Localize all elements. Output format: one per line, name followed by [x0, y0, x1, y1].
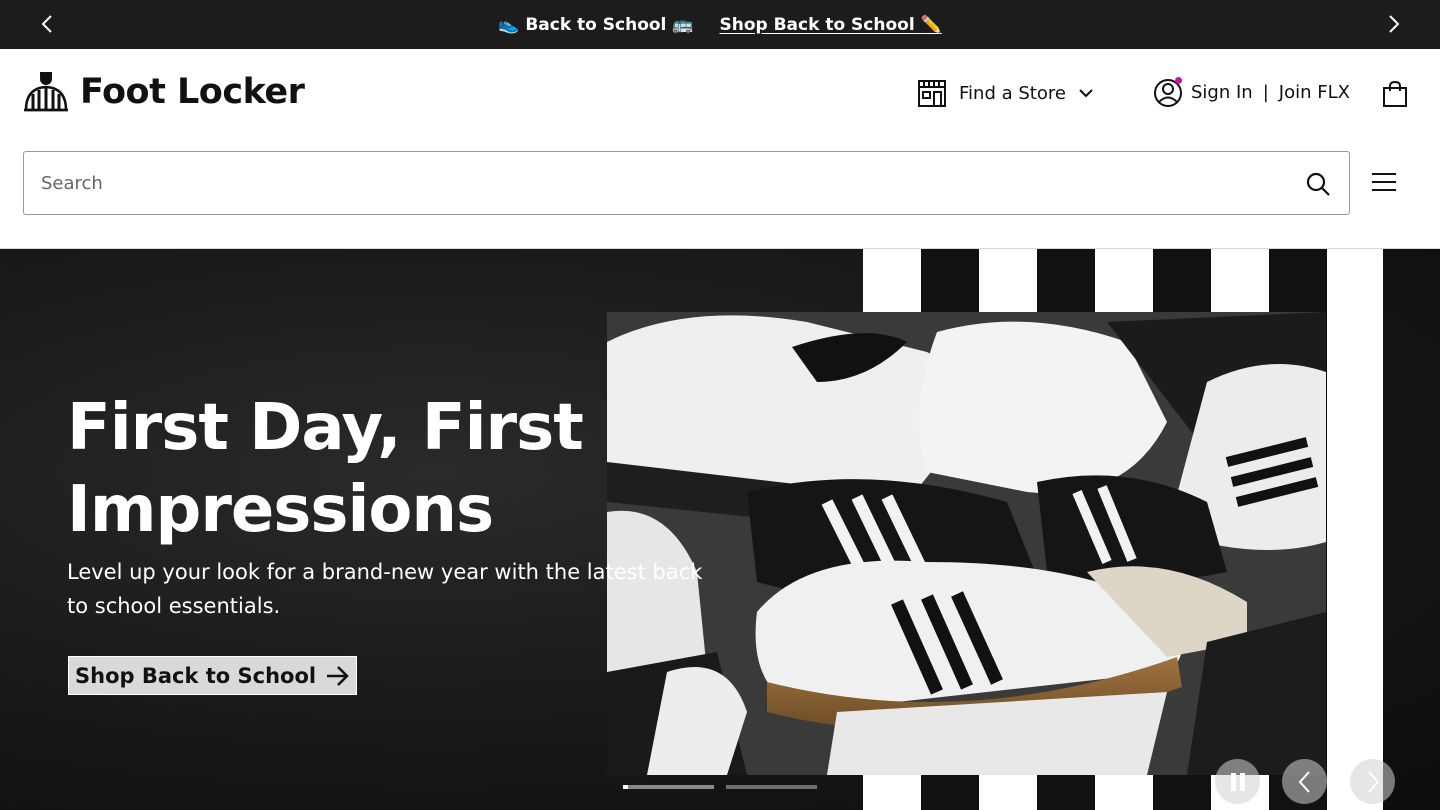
join-flx-link[interactable]: Join FLX [1279, 82, 1350, 103]
menu-icon[interactable] [1371, 171, 1397, 193]
hero-subtitle: Level up your look for a brand-new year … [67, 560, 703, 618]
slide-indicators [623, 785, 817, 789]
account-links: Sign In | Join FLX [1153, 76, 1350, 108]
chevron-right-icon[interactable] [1381, 12, 1405, 36]
logo-wordmark: Foot Locker [80, 72, 305, 112]
promo-message: 👟 Back to School 🚌 Shop Back to School ✏… [0, 0, 1440, 49]
find-store-button[interactable]: Find a Store [917, 78, 1094, 108]
chevron-left-icon [1298, 770, 1310, 793]
slide-indicator-2[interactable] [726, 785, 817, 789]
hero-prev-button[interactable] [1282, 759, 1327, 804]
promo-text-group: 👟 Back to School 🚌 [498, 15, 693, 35]
bag-icon[interactable] [1382, 80, 1408, 108]
hero-banner: First Day, First Impressions Level up yo… [0, 249, 1440, 810]
notification-dot [1175, 77, 1182, 84]
search-bar [23, 151, 1350, 215]
hero-title: First Day, First Impressions [67, 391, 584, 547]
slide-indicator-1[interactable] [623, 785, 714, 789]
pencil-emoji: ✏️ [920, 14, 942, 35]
hero-next-button[interactable] [1350, 759, 1395, 804]
arrow-right-icon [327, 665, 349, 686]
promo-link[interactable]: Shop Back to School ✏️ [719, 15, 941, 35]
bus-emoji: 🚌 [672, 14, 694, 35]
promo-text: Back to School [525, 14, 667, 35]
sign-in-link[interactable]: Sign In [1191, 82, 1253, 103]
promo-bar: 👟 Back to School 🚌 Shop Back to School ✏… [0, 0, 1440, 49]
chevron-right-icon [1367, 770, 1379, 793]
hero-image [607, 312, 1326, 775]
pause-icon [1230, 772, 1245, 791]
find-store-label: Find a Store [959, 82, 1066, 104]
promo-link-text: Shop Back to School [719, 14, 915, 35]
search-icon[interactable] [1305, 171, 1331, 197]
shop-back-to-school-button[interactable]: Shop Back to School [68, 656, 358, 695]
referee-logo-icon [24, 72, 68, 112]
store-icon [918, 80, 946, 107]
chevron-down-icon [1079, 89, 1093, 98]
user-icon[interactable] [1153, 76, 1183, 108]
pause-button[interactable] [1215, 759, 1260, 804]
sneaker-emoji: 👟 [498, 14, 520, 35]
search-input[interactable] [41, 152, 1301, 214]
cta-label: Shop Back to School [75, 663, 317, 688]
account-separator: | [1262, 81, 1269, 103]
logo[interactable]: Foot Locker [22, 70, 305, 114]
